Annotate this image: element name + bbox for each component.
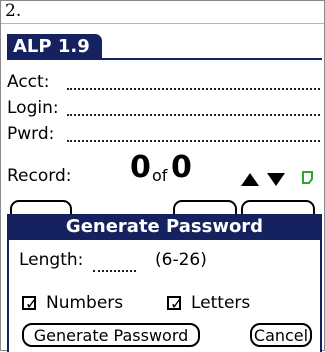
screenshot-frame: 2. ALP 1.9 Acct: Login: Pwrd: Record: 0 …: [0, 0, 325, 352]
login-field[interactable]: Login:: [7, 96, 322, 120]
dialog-title: Generate Password: [9, 214, 320, 240]
cancel-button[interactable]: Cancel: [250, 323, 312, 347]
numbers-checkbox[interactable]: ✓ Numbers: [22, 293, 132, 315]
length-input[interactable]: [93, 270, 136, 272]
length-range: (6-26): [155, 250, 207, 270]
pwrd-field[interactable]: Pwrd:: [7, 122, 322, 146]
down-arrow-icon[interactable]: [267, 173, 285, 186]
divider: [1, 23, 324, 24]
acct-label: Acct:: [7, 72, 50, 92]
step-label: 2.: [5, 1, 22, 21]
checkbox-checked-icon[interactable]: ✓: [167, 296, 183, 312]
letters-label: Letters: [191, 293, 251, 313]
pwrd-label: Pwrd:: [7, 124, 55, 144]
length-label: Length:: [19, 250, 84, 270]
acct-input[interactable]: [67, 88, 320, 90]
login-label: Login:: [7, 98, 59, 118]
generate-password-dialog: Generate Password Length: (6-26) ✓ Numbe…: [7, 214, 322, 352]
palm-screen: ALP 1.9 Acct: Login: Pwrd: Record: 0 of …: [7, 32, 322, 352]
checkbox-checked-icon[interactable]: ✓: [22, 296, 38, 312]
record-current: 0: [130, 150, 151, 185]
app-title[interactable]: ALP 1.9: [7, 34, 102, 60]
note-icon[interactable]: [302, 171, 313, 184]
record-total: 0: [171, 150, 192, 185]
record-label: Record:: [7, 166, 72, 186]
generate-password-button[interactable]: Generate Password: [22, 323, 200, 347]
title-underline: [7, 58, 322, 60]
title-bar: ALP 1.9: [7, 32, 322, 60]
acct-field[interactable]: Acct:: [7, 70, 322, 94]
numbers-label: Numbers: [46, 293, 124, 313]
login-input[interactable]: [67, 114, 320, 116]
pwrd-input[interactable]: [67, 140, 320, 142]
letters-checkbox[interactable]: ✓ Letters: [167, 293, 267, 315]
up-arrow-icon[interactable]: [241, 173, 259, 186]
record-of: of: [152, 166, 168, 185]
